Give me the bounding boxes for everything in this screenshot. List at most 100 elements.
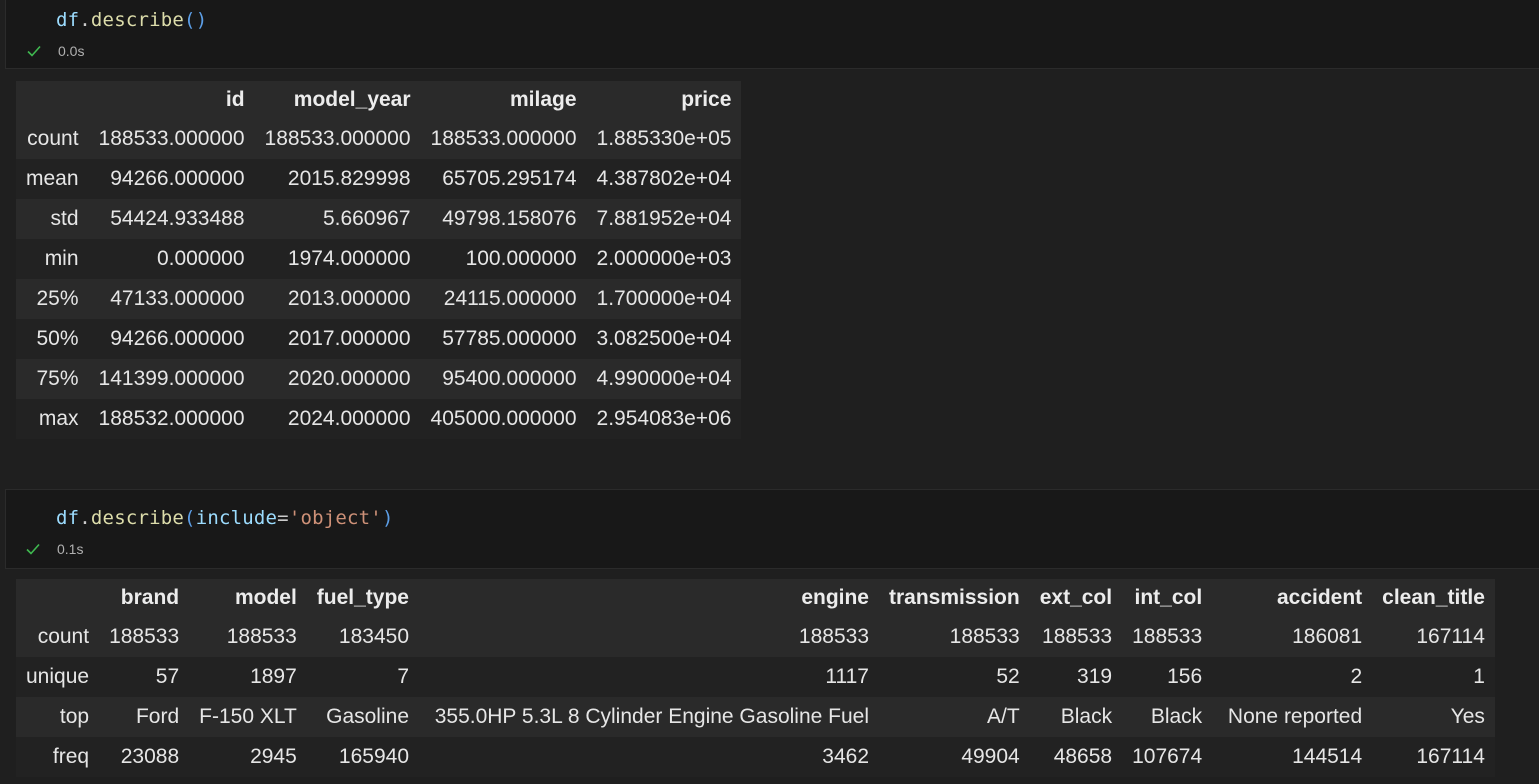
- table-cell: 355.0HP 5.3L 8 Cylinder Engine Gasoline …: [434, 705, 869, 728]
- table-row: 50% 94266.000000 2017.000000 57785.000000 3.…: [16, 319, 742, 359]
- table-cell: 2013.000000: [287, 287, 411, 310]
- column-header: model: [234, 586, 297, 609]
- table-row: std 54424.933488 5.660967 49798.158076 7.881…: [16, 199, 742, 239]
- table-cell: 47133.000000: [110, 287, 245, 310]
- table-cell: 3.082500e+04: [596, 327, 732, 350]
- table-cell: 4.387802e+04: [596, 167, 732, 190]
- table-cell: 1: [1473, 665, 1485, 688]
- index-header: [16, 579, 99, 617]
- code-open-paren: (: [184, 507, 196, 529]
- column-header: model_year: [293, 88, 411, 111]
- table-body: count 188533 188533 183450 188533 188533 18853…: [16, 617, 1495, 777]
- table-cell: 54424.933488: [110, 207, 245, 230]
- code-dot: .: [79, 9, 91, 31]
- table-cell: 7: [397, 665, 409, 688]
- table-header: brand model fuel_type engine transmission ext…: [16, 579, 1495, 617]
- code-string: 'object': [288, 507, 382, 529]
- table-cell: 165940: [338, 745, 409, 768]
- notebook-cell-2[interactable]: df.describe(include='object'): [5, 489, 1539, 569]
- table-cell: F-150 XLT: [199, 705, 297, 728]
- execution-status: 0.0s: [26, 43, 84, 59]
- table-cell: 57785.000000: [442, 327, 577, 350]
- table-body: count 188533.000000 188533.000000 188533.00…: [16, 119, 742, 439]
- code-line[interactable]: df.describe(): [56, 9, 207, 31]
- column-header: fuel_type: [316, 586, 409, 609]
- code-variable: df: [56, 507, 80, 529]
- column-header: ext_col: [1039, 586, 1113, 609]
- table-cell: 95400.000000: [442, 367, 577, 390]
- code-line[interactable]: df.describe(include='object'): [56, 507, 394, 529]
- code-close-paren: ): [195, 9, 208, 31]
- table-cell: 1117: [825, 665, 869, 688]
- row-index-label: count: [27, 127, 79, 150]
- row-index-label: mean: [26, 167, 79, 190]
- table-row: count 188533.000000 188533.000000 188533.00…: [16, 119, 742, 159]
- table-cell: Black: [1150, 705, 1203, 728]
- row-index-label: min: [44, 247, 79, 270]
- notebook-cell-1[interactable]: df.describe() 0.0s: [5, 0, 1539, 69]
- table-cell: 2017.000000: [287, 327, 411, 350]
- table-cell: 188533: [109, 625, 180, 648]
- table-cell: 1.885330e+05: [596, 127, 732, 150]
- table-cell: 49904: [961, 745, 1020, 768]
- table-cell: A/T: [987, 705, 1020, 728]
- table-cell: 167114: [1416, 625, 1485, 648]
- column-header: int_col: [1134, 586, 1203, 609]
- table-cell: 319: [1077, 665, 1113, 688]
- row-index-label: top: [59, 705, 90, 728]
- table-row: 75% 141399.000000 2020.000000 95400.000000 4…: [16, 359, 742, 399]
- code-function: describe: [90, 507, 185, 529]
- table-row: unique 57 1897 7 1117 52 319 156 2 1: [16, 657, 1495, 697]
- checkmark-icon: [26, 543, 40, 555]
- table-cell: Gasoline: [326, 705, 409, 728]
- row-index-label: unique: [26, 665, 90, 688]
- execution-time: 0.1s: [57, 541, 84, 557]
- table-row: freq 23088 2945 165940 3462 49904 48658 107674 1…: [16, 737, 1495, 777]
- column-header: clean_title: [1382, 586, 1485, 609]
- code-function: describe: [90, 9, 185, 31]
- checkmark-icon: [27, 45, 41, 57]
- execution-time: 0.0s: [58, 43, 85, 59]
- table-cell: 144514: [1292, 745, 1363, 768]
- table-cell: 186081: [1292, 625, 1363, 648]
- column-header: brand: [120, 586, 180, 609]
- table-row: 25% 47133.000000 2013.000000 24115.000000 1.…: [16, 279, 742, 319]
- table-cell: 188533.000000: [430, 127, 577, 150]
- table-cell: 1974.000000: [287, 247, 411, 270]
- table-cell: 188533: [798, 625, 869, 648]
- table-cell: 94266.000000: [110, 327, 245, 350]
- table-cell: 405000.000000: [430, 407, 577, 430]
- code-open-paren: (: [184, 9, 196, 31]
- table-cell: 2015.829998: [287, 167, 411, 190]
- table-cell: 1897: [250, 665, 297, 688]
- table-cell: 57: [155, 665, 180, 688]
- describe-object-output-table: brand model fuel_type engine transmission ext…: [16, 579, 1495, 777]
- code-variable: df: [56, 9, 80, 31]
- table-cell: 156: [1167, 665, 1203, 688]
- code-parameter: include: [195, 507, 278, 529]
- table-header: id model_year milage price: [16, 81, 742, 119]
- table-cell: 65705.295174: [442, 167, 577, 190]
- table-row: min 0.000000 1974.000000 100.000000 2.000000…: [16, 239, 742, 279]
- table-cell: Yes: [1450, 705, 1485, 728]
- table-cell: 188533: [226, 625, 297, 648]
- column-header: transmission: [889, 586, 1020, 609]
- index-header: [16, 81, 89, 119]
- table-cell: 188533.000000: [98, 127, 245, 150]
- table-cell: 3462: [822, 745, 869, 768]
- table-cell: 7.881952e+04: [596, 207, 732, 230]
- row-index-label: 50%: [36, 327, 79, 350]
- table-row: max 188532.000000 2024.000000 405000.000000…: [16, 399, 742, 439]
- column-header: milage: [510, 88, 577, 111]
- table-cell: 1.700000e+04: [596, 287, 732, 310]
- row-index-label: std: [50, 207, 79, 230]
- table-cell: 2.000000e+03: [596, 247, 732, 270]
- table-cell: 2.954083e+06: [596, 407, 732, 430]
- table-cell: Ford: [135, 705, 180, 728]
- table-cell: 52: [996, 665, 1020, 688]
- row-index-label: 75%: [36, 367, 79, 390]
- table-cell: 188532.000000: [98, 407, 245, 430]
- execution-status: 0.1s: [25, 541, 83, 557]
- table-cell: 141399.000000: [98, 367, 245, 390]
- table-cell: Black: [1060, 705, 1113, 728]
